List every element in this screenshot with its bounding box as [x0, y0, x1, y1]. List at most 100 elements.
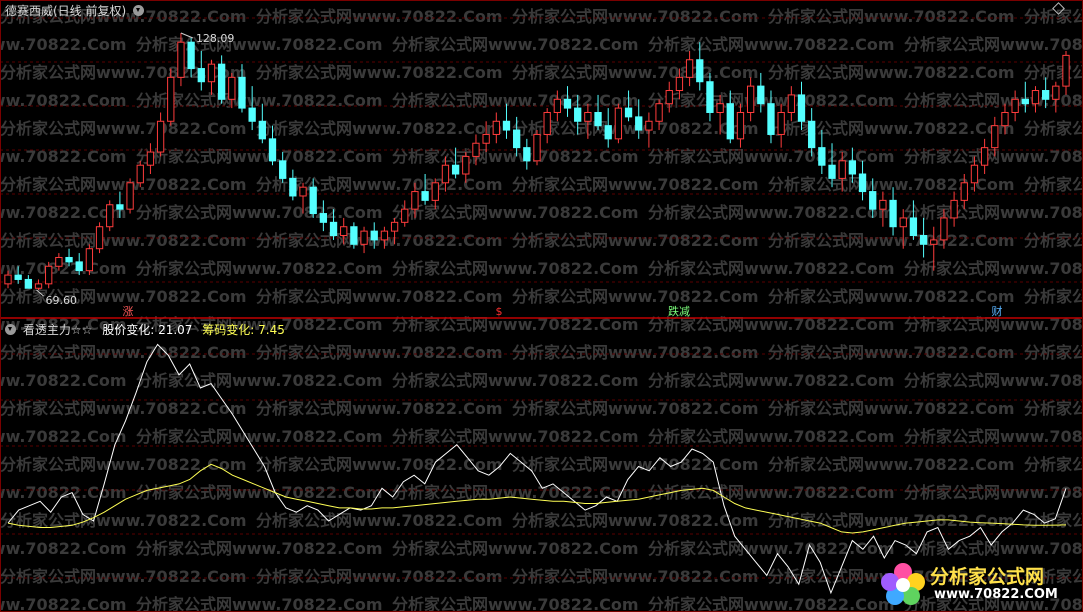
signal-label: 跌减: [668, 304, 690, 318]
logo-url: www.70822.COM: [934, 587, 1058, 602]
candle-body: [390, 221, 399, 232]
watermark-text: 分析家公式网www.70822.Com: [0, 35, 127, 54]
candle-body: [126, 182, 134, 210]
watermark-text: 分析家公式网www.70822.Com: [1024, 63, 1083, 82]
indicator-label-1: 股价变化:: [102, 323, 155, 337]
watermark-text: 分析家公式网www.70822.Com: [392, 35, 639, 54]
watermark-text: 分析家公式网www.70822.Com: [1024, 343, 1083, 362]
candle-body: [329, 221, 338, 237]
candle-body: [1062, 54, 1070, 87]
indicator-name: 看透主力☆☆: [22, 323, 93, 337]
candle-body: [502, 120, 511, 131]
candle-body: [746, 85, 755, 113]
candle-body: [492, 120, 500, 135]
candle-body: [980, 147, 989, 166]
watermark-text: 分析家公式网www.70822.Com: [512, 343, 759, 362]
candle-body: [451, 164, 460, 175]
candle-body: [940, 217, 948, 241]
watermark-text: 分析家公式网www.70822.Com: [136, 595, 383, 612]
candle-body: [838, 160, 846, 179]
candle-body: [136, 164, 144, 184]
watermark-text: 分析家公式网www.70822.Com: [904, 35, 1083, 54]
watermark-text: 分析家公式网www.70822.Com: [904, 203, 1083, 222]
candle-body: [726, 103, 734, 140]
indicator-dropdown-icon[interactable]: [5, 324, 16, 335]
watermark-text: 分析家公式网www.70822.Com: [648, 371, 895, 390]
watermark-text: 分析家公式网www.70822.Com: [768, 399, 1015, 418]
candle-body: [421, 191, 429, 201]
candle-body: [4, 274, 12, 285]
watermark-text: 分析家公式网www.70822.Com: [648, 35, 895, 54]
watermark-text: 分析家公式网www.70822.Com: [256, 567, 503, 586]
candle-body: [655, 103, 663, 122]
candle-body: [309, 186, 317, 215]
watermark-text: 分析家公式网www.70822.Com: [392, 539, 639, 558]
watermark-text: 分析家公式网www.70822.Com: [0, 371, 127, 390]
watermark-text: 分析家公式网www.70822.Com: [648, 259, 895, 278]
candle-body: [757, 85, 765, 105]
candle-body: [24, 278, 32, 289]
stock-title-bar: 德赛西威(日线 前复权): [5, 2, 145, 19]
watermark-text: 分析家公式网www.70822.Com: [768, 287, 1015, 306]
candle-body: [238, 76, 246, 109]
watermark-text: 分析家公式网www.70822.Com: [0, 483, 127, 502]
candle-body: [828, 164, 836, 179]
candle-body: [268, 138, 277, 162]
signal-label: $: [496, 305, 503, 318]
stock-title: 德赛西威(日线 前复权): [5, 4, 127, 18]
candle-body: [665, 90, 673, 105]
watermark-text: 分析家公式网www.70822.Com: [392, 203, 639, 222]
candle-body: [177, 41, 185, 78]
candle-body: [594, 111, 602, 127]
candle-body: [431, 182, 439, 201]
watermark-text: 分析家公式网www.70822.Com: [768, 7, 1015, 26]
candle-body: [167, 76, 175, 122]
watermark-text: 分析家公式网www.70822.Com: [0, 119, 247, 138]
watermark-text: 分析家公式网www.70822.Com: [1024, 119, 1083, 138]
candle-body: [289, 177, 297, 197]
watermark-text: 分析家公式网www.70822.Com: [768, 455, 1015, 474]
watermark-text: 分析家公式网www.70822.Com: [0, 455, 247, 474]
low-price-label: 69.60: [46, 294, 77, 307]
watermark-text: 分析家公式网www.70822.Com: [392, 483, 639, 502]
candle-body: [767, 103, 775, 135]
candle-body: [604, 125, 612, 140]
candle-body: [899, 217, 907, 228]
candle-body: [1052, 85, 1060, 100]
candle-body: [462, 155, 470, 175]
watermark-text: 分析家公式网www.70822.Com: [136, 35, 383, 54]
candle-body: [217, 63, 226, 100]
watermark-text: 分析家公式网www.70822.Com: [648, 427, 895, 446]
candle-body: [482, 133, 490, 144]
candle-body: [553, 98, 561, 113]
candle-body: [1011, 98, 1019, 113]
title-dropdown-icon[interactable]: [133, 5, 145, 16]
candle-body: [197, 68, 205, 83]
logo-text: 分析家公式网: [930, 566, 1045, 588]
watermark-text: 分析家公式网www.70822.Com: [0, 595, 127, 612]
candle-body: [319, 213, 328, 223]
watermark-text: 分析家公式网www.70822.Com: [256, 287, 503, 306]
candle-body: [340, 226, 348, 237]
candle-body: [919, 235, 928, 245]
candle-body: [696, 59, 704, 83]
watermark-text: 分析家公式网www.70822.Com: [0, 427, 127, 446]
candle-body: [706, 81, 714, 113]
candle-body: [85, 248, 94, 272]
candle-body: [156, 120, 165, 153]
candle-body: [584, 111, 592, 122]
candle-body: [930, 239, 938, 245]
watermark-text: 分析家公式网www.70822.Com: [256, 511, 503, 530]
watermark-text: 分析家公式网www.70822.Com: [512, 231, 759, 250]
indicator-label-2: 筹码变化:: [202, 323, 255, 337]
watermark-text: 分析家公式网www.70822.Com: [0, 539, 127, 558]
watermark-text: 分析家公式网www.70822.Com: [768, 119, 1015, 138]
candle-body: [279, 160, 287, 179]
watermark-text: 分析家公式网www.70822.Com: [256, 343, 503, 362]
watermark-text: 分析家公式网www.70822.Com: [512, 399, 759, 418]
candle-body: [685, 59, 694, 78]
candle-body: [1031, 90, 1040, 105]
candle-body: [736, 111, 745, 140]
watermark-text: 分析家公式网www.70822.Com: [0, 175, 247, 194]
watermark-text: 分析家公式网www.70822.Com: [904, 427, 1083, 446]
